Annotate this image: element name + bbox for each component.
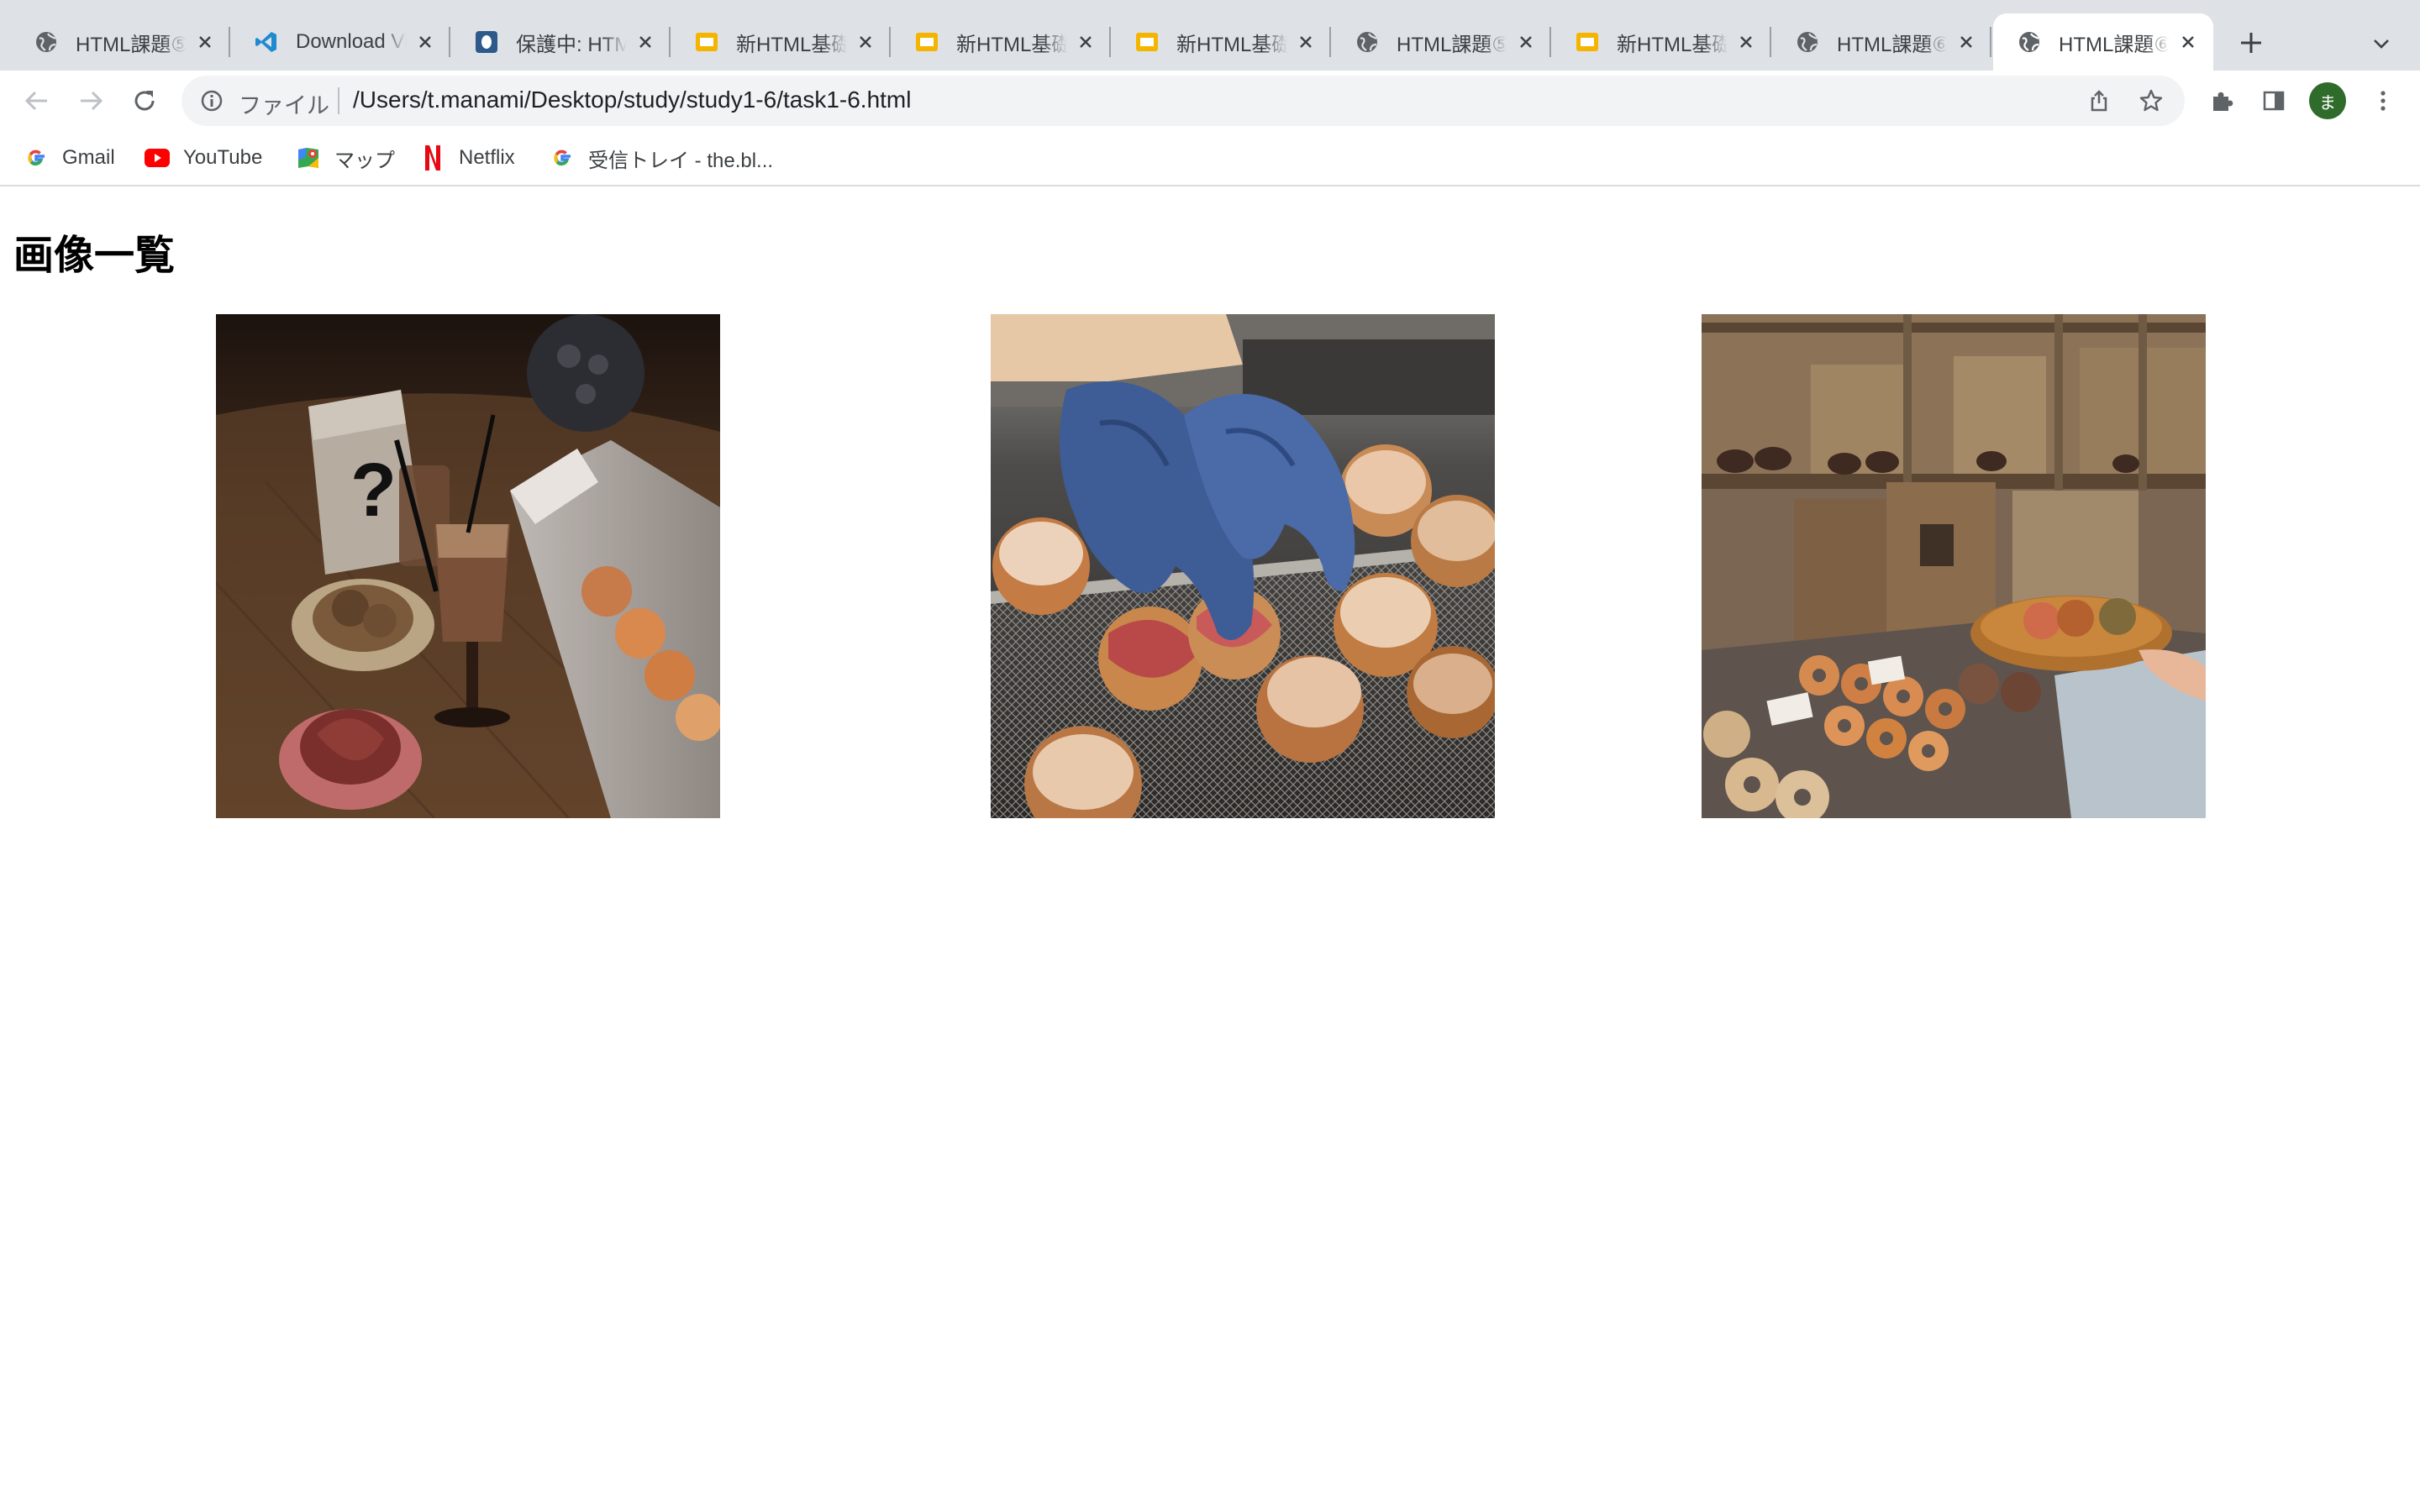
globe-icon bbox=[34, 29, 59, 55]
close-icon[interactable] bbox=[192, 29, 218, 55]
tab-2[interactable]: Download Visual Studio Code bbox=[230, 13, 450, 71]
bookmark-maps[interactable]: マップ bbox=[296, 141, 395, 175]
tab-7[interactable]: HTML課題⑤ bbox=[1331, 13, 1551, 71]
tab-5[interactable]: 新HTML基礎 bbox=[891, 13, 1111, 71]
tab-title: 新HTML基礎 bbox=[1176, 33, 1287, 56]
back-arrow-icon bbox=[24, 91, 47, 111]
close-icon[interactable] bbox=[632, 29, 659, 55]
bookmark-youtube[interactable]: YouTube bbox=[145, 141, 262, 175]
back-button[interactable] bbox=[18, 82, 55, 119]
plus-icon bbox=[2241, 33, 2261, 53]
gallery-cell: ? bbox=[0, 314, 871, 818]
netflix-icon bbox=[420, 145, 445, 171]
tab-8[interactable]: 新HTML基礎 bbox=[1551, 13, 1771, 71]
slides-icon bbox=[914, 29, 939, 55]
slides-icon bbox=[1134, 29, 1160, 55]
side-panel-button[interactable] bbox=[2255, 82, 2292, 119]
tab-title: HTML課題⑥ bbox=[1837, 33, 1948, 56]
close-icon[interactable] bbox=[1292, 29, 1319, 55]
image-gallery: ? bbox=[0, 314, 2420, 818]
google-icon bbox=[550, 145, 575, 171]
close-icon[interactable] bbox=[1953, 29, 1980, 55]
kebab-menu-icon bbox=[2381, 91, 2386, 111]
share-icon[interactable] bbox=[2084, 86, 2114, 116]
tab-title: 新HTML基礎 bbox=[736, 33, 847, 56]
globe-icon bbox=[2017, 29, 2042, 55]
gallery-cell bbox=[1645, 314, 2420, 818]
shield-page-icon bbox=[474, 29, 499, 55]
tab-title: HTML課題⑥ bbox=[2059, 33, 2170, 56]
tab-search-button[interactable] bbox=[2361, 24, 2402, 64]
chevron-down-icon bbox=[2374, 39, 2389, 49]
close-icon[interactable] bbox=[2175, 29, 2202, 55]
bookmark-label: マップ bbox=[334, 149, 395, 172]
tab-title: HTML課題⑤ bbox=[1397, 33, 1507, 56]
tab-divider bbox=[1990, 27, 1991, 57]
close-icon[interactable] bbox=[1512, 29, 1539, 55]
svg-text:?: ? bbox=[350, 449, 397, 533]
omnibox-divider bbox=[338, 87, 339, 114]
bookmark-label: Gmail bbox=[62, 146, 115, 169]
google-icon bbox=[24, 145, 49, 171]
close-icon[interactable] bbox=[412, 29, 439, 55]
globe-icon bbox=[1355, 29, 1380, 55]
tab-4[interactable]: 新HTML基礎 bbox=[671, 13, 891, 71]
info-icon[interactable] bbox=[197, 86, 227, 116]
reload-icon bbox=[134, 91, 155, 111]
tab-6[interactable]: 新HTML基礎 bbox=[1111, 13, 1331, 71]
globe-icon bbox=[1795, 29, 1820, 55]
maps-icon bbox=[296, 145, 321, 171]
tab-active[interactable]: HTML課題⑥ bbox=[1993, 13, 2213, 71]
puzzle-icon bbox=[2213, 92, 2233, 111]
profile-avatar[interactable]: ま bbox=[2309, 82, 2346, 119]
tab-9[interactable]: HTML課題⑥ bbox=[1771, 13, 1991, 71]
tab-title: 新HTML基礎 bbox=[956, 33, 1067, 56]
tab-title: 保護中: HTML bbox=[516, 33, 627, 56]
new-tab-button[interactable] bbox=[2230, 22, 2272, 64]
bookmark-label: Netflix bbox=[459, 146, 515, 169]
tab-title: HTML課題⑤ bbox=[76, 33, 187, 56]
tab-1[interactable]: HTML課題⑤ bbox=[10, 13, 230, 71]
slides-icon bbox=[694, 29, 719, 55]
gallery-cell bbox=[871, 314, 1645, 818]
close-icon[interactable] bbox=[1733, 29, 1760, 55]
photo-donut-shop-display bbox=[1702, 314, 2206, 818]
tab-3[interactable]: 保護中: HTML bbox=[450, 13, 671, 71]
extensions-button[interactable] bbox=[2203, 82, 2240, 119]
browser-toolbar: ファイル /Users/t.manami/Desktop/study/study… bbox=[0, 71, 2420, 131]
bookmarks-bar: Gmail YouTube マップ Netflix 受信トレイ - the.bl… bbox=[0, 131, 2420, 186]
address-bar[interactable]: ファイル /Users/t.manami/Desktop/study/study… bbox=[182, 76, 2185, 126]
reload-button[interactable] bbox=[126, 82, 163, 119]
vscode-icon bbox=[254, 29, 279, 55]
photo-gloved-hands-glazed-donuts bbox=[991, 314, 1495, 818]
url-text[interactable]: /Users/t.manami/Desktop/study/study1-6/t… bbox=[353, 87, 911, 113]
bookmark-label: 受信トレイ - the.bl... bbox=[588, 149, 774, 172]
page-title: 画像一覧 bbox=[13, 234, 176, 278]
youtube-icon bbox=[145, 145, 170, 171]
close-icon[interactable] bbox=[1072, 29, 1099, 55]
page-content: 画像一覧 ? bbox=[0, 188, 2420, 1512]
forward-arrow-icon bbox=[81, 91, 103, 111]
close-icon[interactable] bbox=[852, 29, 879, 55]
tab-title: Download Visual Studio Code bbox=[296, 30, 407, 53]
scheme-label: ファイル bbox=[239, 93, 329, 118]
photo-donuts-and-iced-coffee: ? bbox=[216, 314, 720, 818]
slides-icon bbox=[1575, 29, 1600, 55]
side-panel-icon bbox=[2263, 91, 2285, 111]
bookmark-label: YouTube bbox=[183, 146, 263, 169]
bookmark-gmail[interactable]: Gmail bbox=[24, 141, 115, 175]
bookmark-netflix[interactable]: Netflix bbox=[420, 141, 515, 175]
menu-button[interactable] bbox=[2365, 82, 2402, 119]
bookmark-inbox[interactable]: 受信トレイ - the.bl... bbox=[550, 141, 773, 175]
tab-title: 新HTML基礎 bbox=[1617, 33, 1728, 56]
tab-strip: HTML課題⑤ Download Visual Studio Code 保護中:… bbox=[0, 0, 2420, 71]
star-icon[interactable] bbox=[2136, 86, 2166, 116]
forward-button[interactable] bbox=[72, 82, 109, 119]
